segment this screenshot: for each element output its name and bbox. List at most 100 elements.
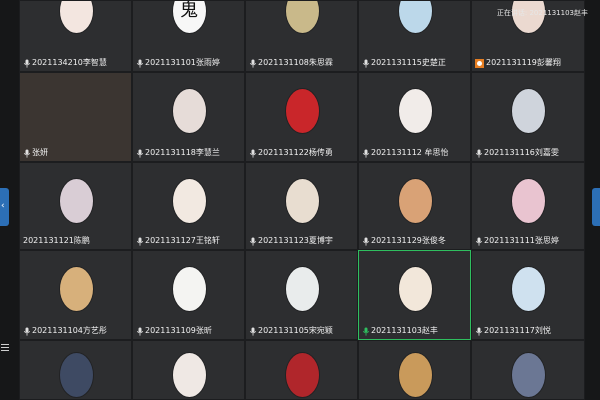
avatar [285,353,319,397]
mic-icon [136,237,144,246]
participant-tile[interactable]: 2021131104方艺彤 [19,250,132,340]
avatar [59,179,93,223]
participant-name-bar: 2021131118李慧兰 [136,148,241,158]
participant-tile[interactable]: 张妍 [19,72,132,162]
participant-name-bar: 2021131104方艺彤 [23,326,128,336]
participant-name-bar: 2021131119彭馨翔 [475,58,581,68]
avatar [398,1,432,33]
participant-name: 2021131116刘嘉雯 [484,148,559,157]
participant-name: 张妍 [32,148,48,157]
participant-tile[interactable] [19,340,132,400]
mic-icon [23,149,31,158]
mic-icon [136,327,144,336]
mic-icon [23,59,31,68]
participant-tile[interactable]: 2021131121陈鹏 [19,162,132,250]
mic-icon [249,149,257,158]
participant-name-bar: 张妍 [23,148,128,158]
avatar [512,179,545,223]
participant-tile[interactable]: 2021131123夏博宇 [245,162,358,250]
participant-tile[interactable] [358,340,471,400]
participant-video-grid: 2021134210李智慧 鬼 2021131101张雨婷 2021131108朱思霖… [19,0,585,400]
participant-tile[interactable]: 2021131117刘悦 [471,250,585,340]
mic-icon [475,237,483,246]
participant-name-bar: 2021131111张思婷 [475,236,581,246]
menu-icon[interactable] [1,344,9,353]
participant-name: 2021131101张雨婷 [145,58,220,67]
participant-name-bar: 2021131105宋宛颖 [249,326,354,336]
participant-name: 2021131129张俊冬 [371,236,446,245]
participant-tile[interactable]: 2021131111张思婷 [471,162,585,250]
participant-name: 2021131123夏博宇 [258,236,333,245]
avatar [398,89,432,133]
participant-name-bar: 2021134210李智慧 [23,58,128,68]
host-badge-icon [475,58,484,68]
avatar [172,353,206,397]
participant-name: 2021131104方艺彤 [32,326,107,335]
participant-name: 2021131105宋宛颖 [258,326,333,335]
avatar [398,353,432,397]
participant-name: 2021131109张昕 [145,326,212,335]
participant-name: 2021131119彭馨翔 [486,58,561,67]
mic-icon [136,59,144,68]
mic-icon [249,327,257,336]
participant-name: 2021131121陈鹏 [23,236,90,245]
participant-name-bar: 2021131129张俊冬 [362,236,467,246]
avatar [398,179,432,223]
participant-tile[interactable] [245,340,358,400]
participant-name-bar: 2021131121陈鹏 [23,236,128,246]
participant-name-bar: 2021131122杨传勇 [249,148,354,158]
participant-name: 2021131103赵丰 [371,326,438,335]
participant-name-bar: 2021131112 牟思怡 [362,148,467,158]
mic-icon [249,59,257,68]
participant-tile[interactable]: 2021131109张昕 [132,250,245,340]
participant-tile[interactable]: 2021131129张俊冬 [358,162,471,250]
participant-name: 2021131122杨传勇 [258,148,333,157]
participant-tile[interactable] [471,340,585,400]
avatar [398,267,432,311]
participant-name-bar: 2021131103赵丰 [362,326,467,336]
mic-icon [475,327,483,336]
participant-name-bar: 2021131123夏博宇 [249,236,354,246]
participant-tile[interactable]: 2021131108朱思霖 [245,0,358,72]
avatar [285,89,319,133]
avatar [512,353,545,397]
participant-name: 2021131112 牟思怡 [371,148,449,157]
participant-tile[interactable]: 2021131115史楚正 [358,0,471,72]
participant-tile[interactable]: 2021131122杨传勇 [245,72,358,162]
avatar: 鬼 [172,0,206,33]
avatar [59,267,93,311]
participant-name: 2021131117刘悦 [484,326,551,335]
participant-tile[interactable]: 2021131127王铭轩 [132,162,245,250]
avatar [172,179,206,223]
speaking-indicator: 正在讲话: 2021131103赵丰 [496,9,588,17]
participant-name-bar: 2021131108朱思霖 [249,58,354,68]
participant-tile[interactable] [132,340,245,400]
participant-tile[interactable]: 2021131112 牟思怡 [358,72,471,162]
mic-icon [362,59,370,68]
participant-name-bar: 2021131127王铭轩 [136,236,241,246]
avatar [172,267,206,311]
participant-tile[interactable]: 2021134210李智慧 [19,0,132,72]
mic-active-icon [362,327,370,336]
avatar [285,179,319,223]
participant-name-bar: 2021131116刘嘉雯 [475,148,581,158]
participant-tile[interactable]: 2021131105宋宛颖 [245,250,358,340]
chevron-left-icon: ‹ [1,201,5,211]
avatar [512,267,545,311]
participant-name: 2021131115史楚正 [371,58,446,67]
participant-tile[interactable]: 2021131118李慧兰 [132,72,245,162]
participant-tile[interactable]: 2021131103赵丰 [358,250,471,340]
participant-name: 2021131127王铭轩 [145,236,220,245]
avatar-glyph: 鬼 [180,0,198,21]
expand-right-panel-button[interactable] [592,188,600,226]
avatar [59,1,93,33]
avatar [512,89,545,133]
collapse-left-panel-button[interactable]: ‹ [0,188,9,226]
participant-name: 2021131111张思婷 [484,236,559,245]
participant-name-bar: 2021131101张雨婷 [136,58,241,68]
participant-tile[interactable]: 2021131116刘嘉雯 [471,72,585,162]
avatar [285,267,319,311]
participant-tile[interactable]: 鬼 2021131101张雨婷 [132,0,245,72]
participant-name: 2021131118李慧兰 [145,148,220,157]
mic-icon [362,237,370,246]
